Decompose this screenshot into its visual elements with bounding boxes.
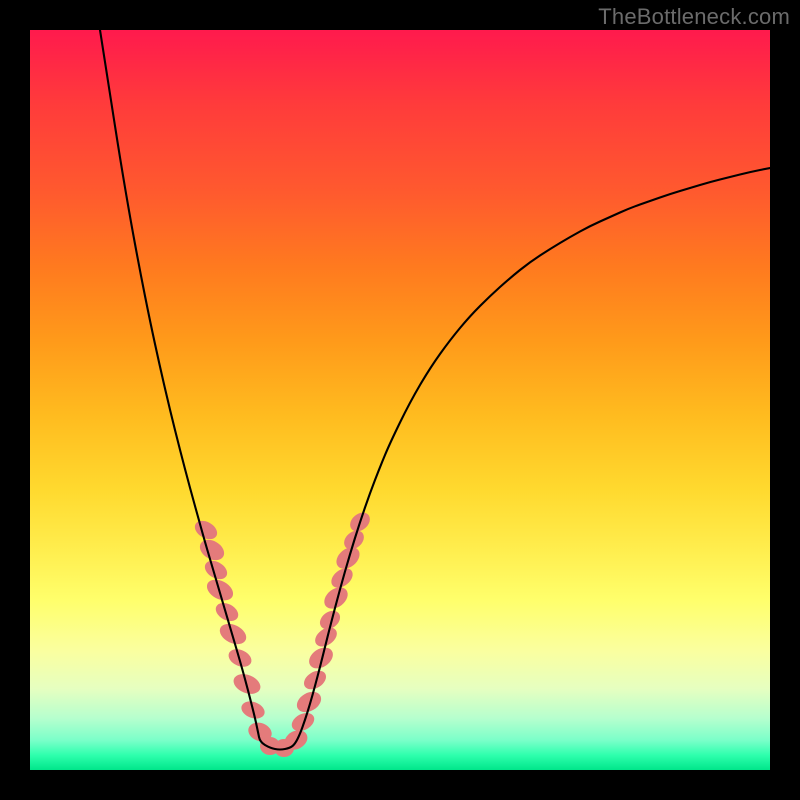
- marker-dot: [293, 688, 325, 717]
- marker-dot: [289, 709, 318, 734]
- chart-svg: [30, 30, 770, 770]
- marker-dot: [213, 599, 242, 624]
- chart-plot-area: [30, 30, 770, 770]
- chart-curve: [100, 30, 770, 750]
- marker-dot: [320, 583, 352, 613]
- marker-dot: [192, 517, 221, 543]
- watermark-label: TheBottleneck.com: [598, 4, 790, 30]
- marker-dot: [196, 536, 228, 565]
- outer-frame: TheBottleneck.com: [0, 0, 800, 800]
- marker-dot: [305, 643, 337, 672]
- chart-markers: [192, 509, 374, 757]
